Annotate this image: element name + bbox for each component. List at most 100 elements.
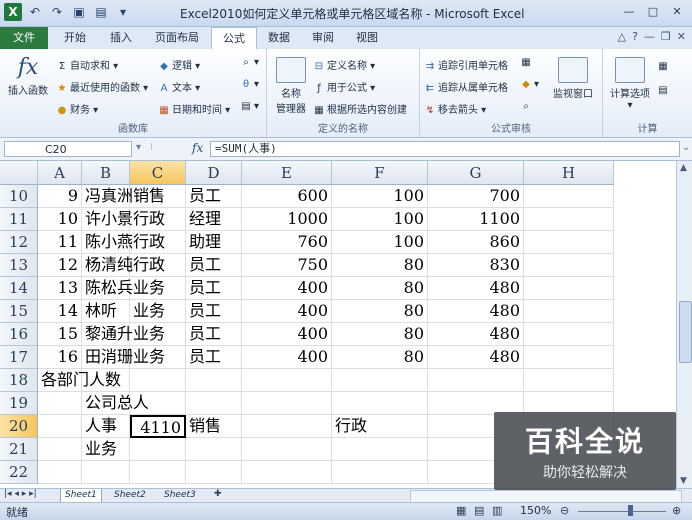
cell-d21[interactable]	[186, 438, 242, 461]
insert-function-fx-icon[interactable]: fx	[192, 141, 203, 155]
save-icon[interactable]: ▣	[70, 3, 88, 21]
datetime-button[interactable]: ▦ 日期和时间 ▾	[158, 101, 230, 116]
cell-b14[interactable]: 陈松兵	[82, 277, 133, 300]
cell-e12[interactable]: 760	[242, 231, 332, 254]
vertical-scrollbar[interactable]: ▲ ▼	[676, 161, 692, 488]
cell-f10[interactable]: 100	[332, 185, 428, 208]
lookup-button[interactable]: ⌕ ▾	[240, 57, 259, 68]
trace-dependents-button[interactable]: ⇇ 追踪从属单元格	[424, 79, 508, 94]
cell-f12[interactable]: 100	[332, 231, 428, 254]
sheet-tab-1[interactable]: Sheet1	[60, 489, 102, 503]
error-checking-button[interactable]: ◆ ▾	[520, 79, 539, 90]
cell-e10[interactable]: 600	[242, 185, 332, 208]
cell-b10[interactable]: 冯真洲	[82, 185, 133, 208]
zoom-slider-thumb[interactable]	[628, 505, 633, 516]
cell-b19[interactable]: 公司总人	[82, 392, 149, 415]
cell-b15[interactable]: 林听	[82, 300, 130, 323]
cell-g18[interactable]	[428, 369, 524, 392]
cell-f11[interactable]: 100	[332, 208, 428, 231]
column-header-g[interactable]: G	[428, 161, 524, 185]
logical-button[interactable]: ◆ 逻辑 ▾	[158, 57, 200, 72]
cell-c19[interactable]	[130, 392, 186, 415]
column-header-c[interactable]: C	[130, 161, 186, 185]
cell-h12[interactable]	[524, 231, 614, 254]
cell-h18[interactable]	[524, 369, 614, 392]
cell-e18[interactable]	[242, 369, 332, 392]
cell-d18[interactable]	[186, 369, 242, 392]
minimize-button[interactable]: —	[618, 2, 640, 22]
workbook-minimize-icon[interactable]: —	[644, 30, 655, 43]
sheet-nav-first-icon[interactable]: |◂ ◂ ▸ ▸|	[4, 489, 37, 499]
cell-b22[interactable]	[82, 461, 130, 484]
cell-c21[interactable]	[130, 438, 186, 461]
cell-e13[interactable]: 750	[242, 254, 332, 277]
cell-e14[interactable]: 400	[242, 277, 332, 300]
redo-icon[interactable]: ↷	[48, 3, 66, 21]
column-header-e[interactable]: E	[242, 161, 332, 185]
sheet-tab-2[interactable]: Sheet2	[110, 489, 150, 502]
cell-d16[interactable]: 员工	[186, 323, 242, 346]
view-normal-icon[interactable]: ▦	[456, 504, 466, 517]
watch-window-button[interactable]: 监视窗口	[548, 57, 598, 100]
cell-e15[interactable]: 400	[242, 300, 332, 323]
cell-d14[interactable]: 员工	[186, 277, 242, 300]
cell-c18[interactable]	[130, 369, 186, 392]
cell-b12[interactable]: 陈小燕	[82, 231, 133, 254]
sheet-tab-3[interactable]: Sheet3	[160, 489, 200, 502]
row-header-21[interactable]: 21	[0, 438, 38, 461]
tab-file[interactable]: 文件	[0, 27, 48, 49]
cell-c14[interactable]: 业务	[130, 277, 186, 300]
cell-e22[interactable]	[242, 461, 332, 484]
calculate-now-button[interactable]: ▦	[657, 61, 671, 72]
ribbon-minimize-icon[interactable]: △	[618, 30, 626, 43]
cell-b11[interactable]: 许小景	[82, 208, 133, 231]
cell-f13[interactable]: 80	[332, 254, 428, 277]
cell-a20[interactable]	[38, 415, 82, 438]
scroll-thumb[interactable]	[679, 301, 692, 363]
row-header-13[interactable]: 13	[0, 254, 38, 277]
cell-h16[interactable]	[524, 323, 614, 346]
cell-g12[interactable]: 860	[428, 231, 524, 254]
calculation-options-button[interactable]: 计算选项 ▾	[607, 57, 653, 111]
formula-input[interactable]: =SUM(人事)	[210, 141, 680, 157]
expand-formula-bar-icon[interactable]: ⌄	[682, 142, 690, 153]
cell-a16[interactable]: 15	[38, 323, 82, 346]
cell-h10[interactable]	[524, 185, 614, 208]
view-page-break-icon[interactable]: ▥	[492, 504, 502, 517]
help-icon[interactable]: ?	[632, 30, 638, 43]
row-header-18[interactable]: 18	[0, 369, 38, 392]
cell-d22[interactable]	[186, 461, 242, 484]
column-header-d[interactable]: D	[186, 161, 242, 185]
cell-f20[interactable]: 行政	[332, 415, 428, 438]
row-header-11[interactable]: 11	[0, 208, 38, 231]
math-button[interactable]: θ ▾	[240, 79, 259, 90]
trace-precedents-button[interactable]: ⇉ 追踪引用单元格	[424, 57, 508, 72]
cell-c11[interactable]: 行政	[130, 208, 186, 231]
cell-a12[interactable]: 11	[38, 231, 82, 254]
zoom-in-icon[interactable]: ⊕	[672, 504, 681, 517]
customize-toolbar-icon[interactable]: ▾	[114, 3, 132, 21]
column-header-b[interactable]: B	[82, 161, 130, 185]
cell-e11[interactable]: 1000	[242, 208, 332, 231]
evaluate-formula-button[interactable]: ⌕	[520, 101, 534, 112]
cell-g16[interactable]: 480	[428, 323, 524, 346]
cell-b17[interactable]: 田消珊	[82, 346, 133, 369]
cell-b13[interactable]: 杨清纯	[82, 254, 133, 277]
scroll-down-icon[interactable]: ▼	[680, 476, 687, 486]
scroll-up-icon[interactable]: ▲	[680, 163, 687, 173]
cell-a21[interactable]	[38, 438, 82, 461]
cell-e20[interactable]	[242, 415, 332, 438]
cell-f22[interactable]	[332, 461, 428, 484]
tab-insert[interactable]: 插入	[100, 27, 142, 49]
create-from-selection-button[interactable]: ▦ 根据所选内容创建	[313, 101, 407, 116]
insert-sheet-icon[interactable]: ✚	[214, 489, 222, 499]
cell-b18[interactable]	[82, 369, 130, 392]
name-box[interactable]: C20	[4, 141, 132, 157]
cell-f16[interactable]: 80	[332, 323, 428, 346]
cell-h17[interactable]	[524, 346, 614, 369]
more-functions-button[interactable]: ▤ ▾	[240, 101, 259, 112]
cell-f21[interactable]	[332, 438, 428, 461]
cell-e17[interactable]: 400	[242, 346, 332, 369]
cell-b16[interactable]: 黎通升	[82, 323, 133, 346]
workbook-restore-icon[interactable]: ❐	[661, 30, 671, 43]
